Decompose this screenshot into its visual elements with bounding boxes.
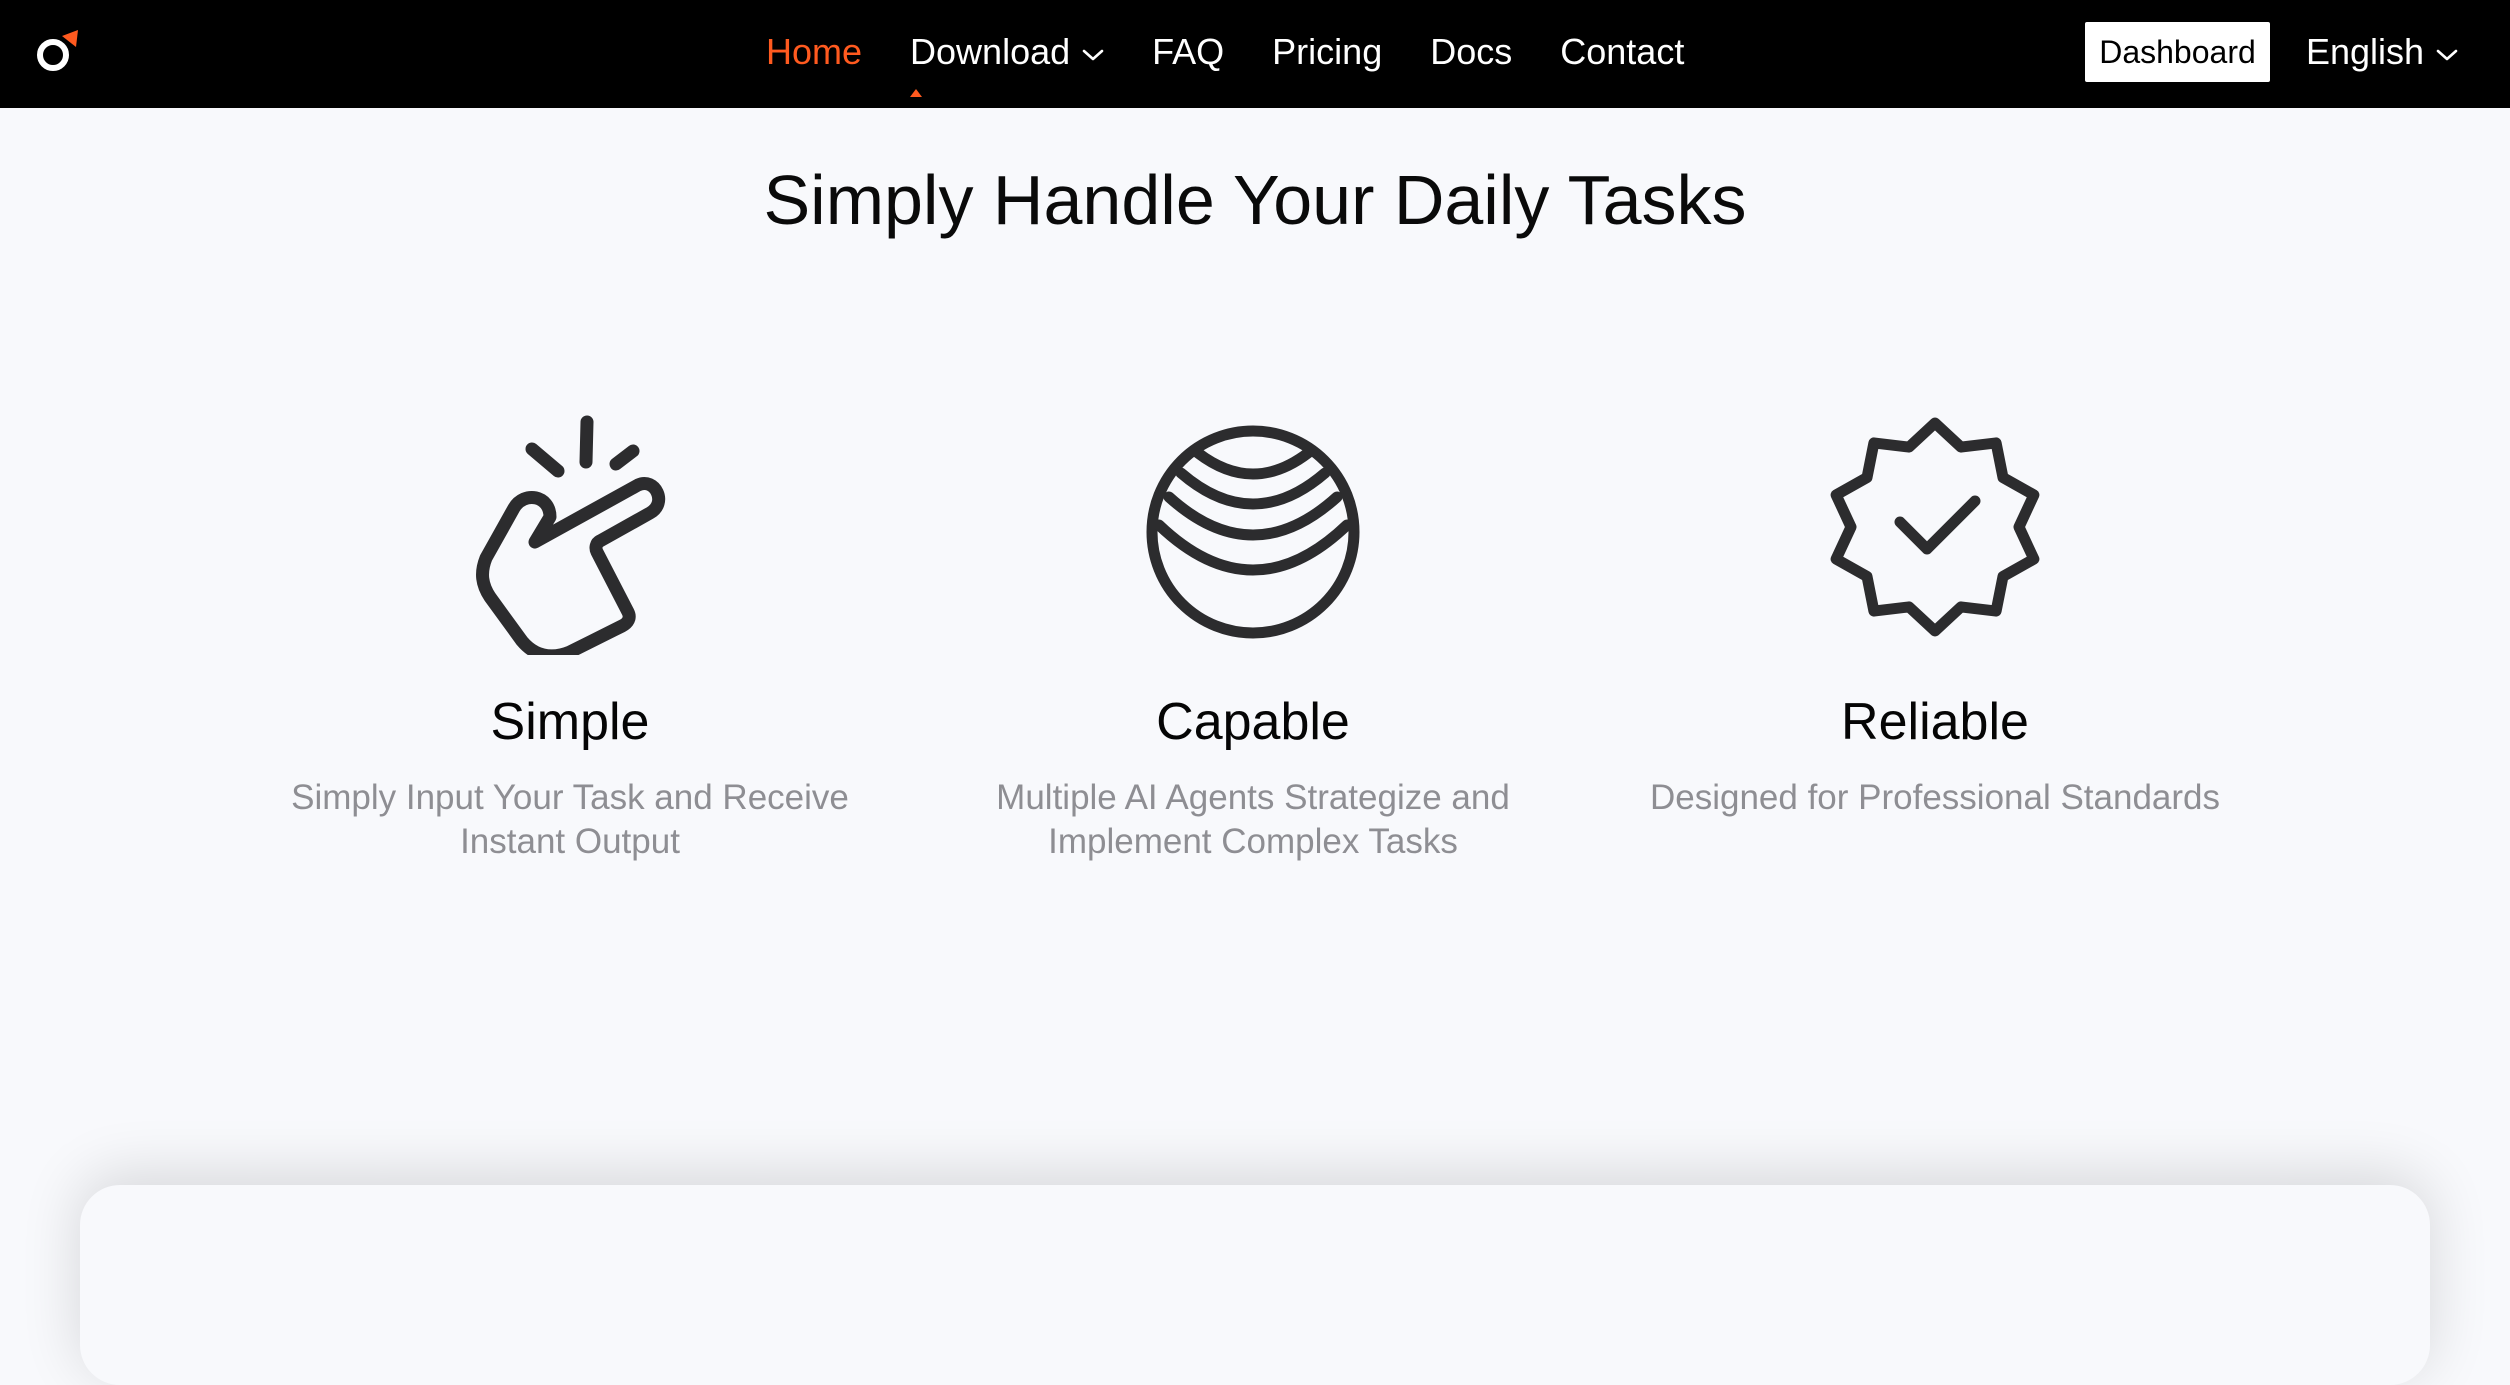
nav-docs[interactable]: Docs <box>1430 0 1512 108</box>
nav-download[interactable]: Download <box>910 0 1104 108</box>
feature-title: Capable <box>1156 693 1350 751</box>
nav-home[interactable]: Home <box>766 0 862 108</box>
nav-faq-label: FAQ <box>1152 31 1225 72</box>
finger-snap-icon <box>476 415 666 655</box>
feature-description: Multiple AI Agents Strategize and Implem… <box>996 778 1510 861</box>
next-section-card <box>80 1185 2430 1385</box>
globe-sphere-icon <box>1146 425 1360 639</box>
chevron-down-icon <box>2436 49 2458 61</box>
top-navbar: Home Download FAQ Pricing Docs Contact D… <box>0 0 2510 108</box>
nav-download-label: Download <box>910 31 1071 72</box>
page-title: Simply Handle Your Daily Tasks <box>763 161 1747 239</box>
dashboard-button[interactable]: Dashboard <box>2085 22 2270 82</box>
nav-contact-label: Contact <box>1560 31 1685 72</box>
feature-reliable: Reliable Designed for Professional Stand… <box>1615 405 2255 820</box>
logo-icon[interactable] <box>34 28 82 76</box>
feature-simple: Simple Simply Input Your Task and Receiv… <box>250 405 890 864</box>
feature-description: Designed for Professional Standards <box>1649 778 2221 817</box>
nav-docs-label: Docs <box>1430 31 1513 72</box>
nav-home-label: Home <box>766 31 863 72</box>
nav-pricing-label: Pricing <box>1272 31 1383 72</box>
feature-capable: Capable Multiple AI Agents Strategize an… <box>933 405 1573 864</box>
nav-pricing[interactable]: Pricing <box>1272 0 1382 108</box>
language-selector[interactable]: English <box>2306 0 2458 104</box>
nav-hover-indicator <box>910 89 922 97</box>
chevron-down-icon <box>1082 49 1104 61</box>
nav-contact[interactable]: Contact <box>1560 0 1684 108</box>
language-label: English <box>2306 31 2425 72</box>
nav-faq[interactable]: FAQ <box>1152 0 1224 108</box>
feature-title: Reliable <box>1841 693 2029 751</box>
feature-description: Simply Input Your Task and Receive Insta… <box>291 778 849 861</box>
feature-title: Simple <box>490 693 650 751</box>
verified-badge-icon <box>1830 417 2040 637</box>
